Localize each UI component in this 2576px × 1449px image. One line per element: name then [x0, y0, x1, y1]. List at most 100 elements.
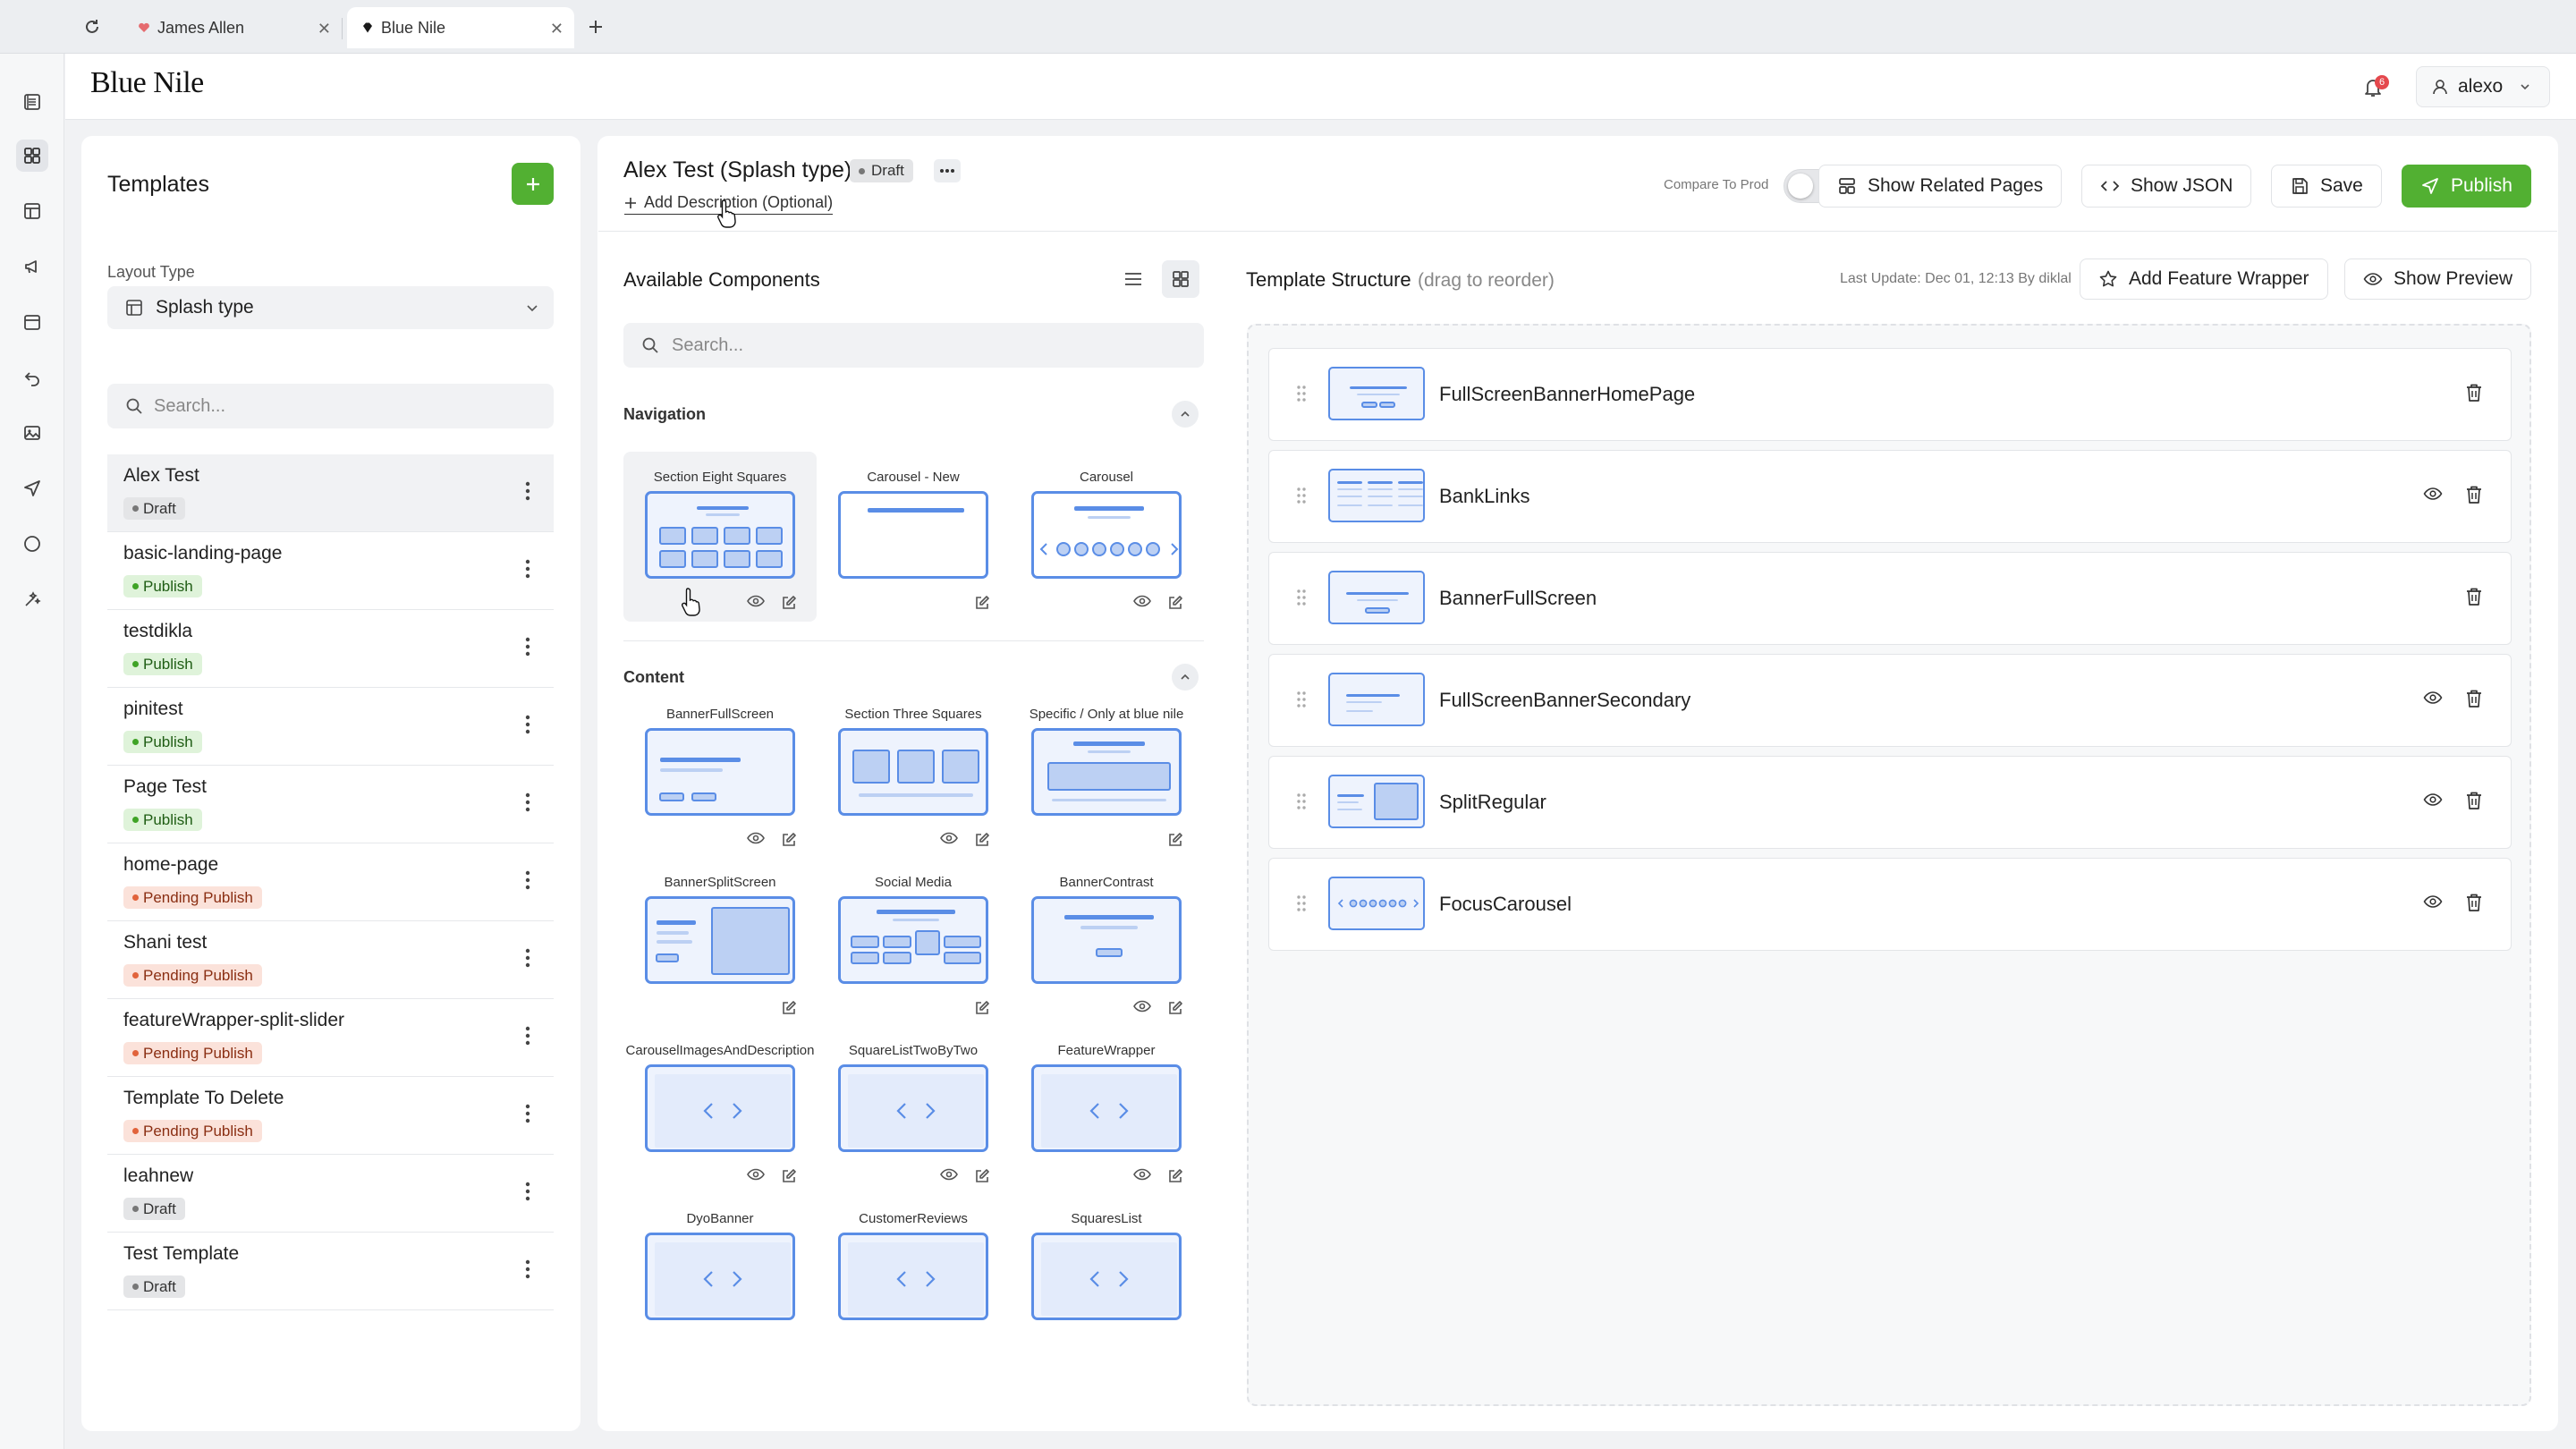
- structure-row[interactable]: FocusCarousel: [1268, 858, 2512, 951]
- template-list-item[interactable]: basic-landing-page Publish: [107, 532, 554, 610]
- more-options-button[interactable]: [934, 159, 961, 182]
- component-card[interactable]: BannerSplitScreen: [623, 857, 817, 1027]
- edit-icon[interactable]: [781, 1000, 797, 1016]
- component-card[interactable]: DyoBanner: [623, 1193, 817, 1363]
- component-card[interactable]: Social Media: [817, 857, 1010, 1027]
- component-card[interactable]: Specific / Only at blue nile: [1010, 689, 1203, 859]
- component-card[interactable]: Section Eight Squares: [623, 452, 817, 622]
- edit-icon[interactable]: [781, 595, 797, 611]
- publish-button[interactable]: Publish: [2402, 165, 2531, 208]
- pages-icon[interactable]: [16, 86, 48, 118]
- component-card[interactable]: Carousel: [1010, 452, 1203, 622]
- kebab-menu-icon[interactable]: [525, 637, 530, 657]
- eye-icon[interactable]: [1133, 1000, 1151, 1016]
- undo-icon[interactable]: [16, 361, 48, 394]
- template-list-item[interactable]: Template To Delete Pending Publish: [107, 1077, 554, 1155]
- edit-icon[interactable]: [1167, 832, 1183, 848]
- drag-handle-icon[interactable]: [1296, 894, 1307, 912]
- add-feature-wrapper-button[interactable]: Add Feature Wrapper: [2080, 258, 2328, 300]
- component-card[interactable]: SquaresList: [1010, 1193, 1203, 1363]
- close-tab-icon[interactable]: ✕: [550, 20, 564, 38]
- new-tab-icon[interactable]: [585, 0, 606, 54]
- eye-icon[interactable]: [1133, 595, 1151, 611]
- edit-icon[interactable]: [1167, 1168, 1183, 1184]
- trash-icon[interactable]: [2465, 485, 2483, 504]
- browser-tab-blue-nile[interactable]: Blue Nile ✕: [347, 7, 574, 48]
- reload-icon[interactable]: [80, 0, 104, 54]
- template-list-item[interactable]: leahnew Draft: [107, 1155, 554, 1233]
- template-list-item[interactable]: Test Template Draft: [107, 1233, 554, 1310]
- eye-icon[interactable]: [2423, 691, 2443, 705]
- eye-icon[interactable]: [747, 832, 765, 848]
- kebab-menu-icon[interactable]: [525, 1182, 530, 1201]
- user-menu-button[interactable]: alexo: [2416, 66, 2550, 107]
- circle-icon[interactable]: [16, 528, 48, 560]
- template-list-item[interactable]: Shani test Pending Publish: [107, 921, 554, 999]
- component-search-input[interactable]: Search...: [623, 323, 1204, 368]
- template-list-item[interactable]: home-page Pending Publish: [107, 843, 554, 921]
- eye-icon[interactable]: [2423, 894, 2443, 909]
- edit-icon[interactable]: [974, 1000, 990, 1016]
- eye-icon[interactable]: [1133, 1168, 1151, 1184]
- trash-icon[interactable]: [2465, 383, 2483, 402]
- brand-logo[interactable]: Blue Nile: [90, 66, 204, 100]
- eye-icon[interactable]: [940, 1168, 958, 1184]
- grid-view-button[interactable]: [1162, 260, 1199, 298]
- trash-icon[interactable]: [2465, 587, 2483, 606]
- eye-icon[interactable]: [747, 595, 765, 611]
- component-card[interactable]: Carousel - New: [817, 452, 1010, 622]
- eye-icon[interactable]: [747, 1168, 765, 1184]
- structure-row[interactable]: BannerFullScreen: [1268, 552, 2512, 645]
- eye-icon[interactable]: [2423, 487, 2443, 501]
- show-json-button[interactable]: Show JSON: [2081, 165, 2252, 208]
- edit-icon[interactable]: [974, 1168, 990, 1184]
- component-card[interactable]: Section Three Squares: [817, 689, 1010, 859]
- drag-handle-icon[interactable]: [1296, 385, 1307, 402]
- calendar-icon[interactable]: [16, 306, 48, 338]
- template-list-item[interactable]: Alex Test Draft: [107, 454, 554, 532]
- image-icon[interactable]: [16, 417, 48, 449]
- template-list-item[interactable]: pinitest Publish: [107, 688, 554, 766]
- add-template-button[interactable]: [512, 163, 554, 205]
- edit-icon[interactable]: [781, 1168, 797, 1184]
- structure-row[interactable]: FullScreenBannerHomePage: [1268, 348, 2512, 441]
- component-card[interactable]: BannerContrast: [1010, 857, 1203, 1027]
- templates-icon[interactable]: [16, 140, 48, 172]
- send-icon[interactable]: [16, 472, 48, 504]
- component-card[interactable]: SquareListTwoByTwo: [817, 1025, 1010, 1195]
- collapse-navigation-button[interactable]: [1172, 401, 1199, 428]
- component-card[interactable]: CarouselImagesAndDescription: [623, 1025, 817, 1195]
- component-card[interactable]: BannerFullScreen: [623, 689, 817, 859]
- structure-row[interactable]: SplitRegular: [1268, 756, 2512, 849]
- show-preview-button[interactable]: Show Preview: [2344, 258, 2532, 300]
- template-list-item[interactable]: testdikla Publish: [107, 610, 554, 688]
- list-view-button[interactable]: [1114, 260, 1152, 298]
- kebab-menu-icon[interactable]: [525, 948, 530, 968]
- browser-tab-james-allen[interactable]: James Allen ✕: [123, 7, 342, 48]
- kebab-menu-icon[interactable]: [525, 481, 530, 501]
- kebab-menu-icon[interactable]: [525, 1026, 530, 1046]
- edit-icon[interactable]: [974, 595, 990, 611]
- component-card[interactable]: CustomerReviews: [817, 1193, 1010, 1363]
- save-button[interactable]: Save: [2271, 165, 2382, 208]
- kebab-menu-icon[interactable]: [525, 559, 530, 579]
- drag-handle-icon[interactable]: [1296, 589, 1307, 606]
- close-tab-icon[interactable]: ✕: [318, 20, 331, 38]
- show-related-pages-button[interactable]: Show Related Pages: [1818, 165, 2063, 208]
- kebab-menu-icon[interactable]: [525, 792, 530, 812]
- drag-handle-icon[interactable]: [1296, 487, 1307, 504]
- kebab-menu-icon[interactable]: [525, 1104, 530, 1123]
- edit-icon[interactable]: [1167, 595, 1183, 611]
- kebab-menu-icon[interactable]: [525, 1259, 530, 1279]
- trash-icon[interactable]: [2465, 791, 2483, 810]
- trash-icon[interactable]: [2465, 893, 2483, 912]
- trash-icon[interactable]: [2465, 689, 2483, 708]
- layout-icon[interactable]: [16, 195, 48, 227]
- edit-icon[interactable]: [781, 832, 797, 848]
- eye-icon[interactable]: [2423, 792, 2443, 807]
- drag-handle-icon[interactable]: [1296, 792, 1307, 810]
- drag-handle-icon[interactable]: [1296, 691, 1307, 708]
- kebab-menu-icon[interactable]: [525, 715, 530, 734]
- structure-row[interactable]: BankLinks: [1268, 450, 2512, 543]
- edit-icon[interactable]: [1167, 1000, 1183, 1016]
